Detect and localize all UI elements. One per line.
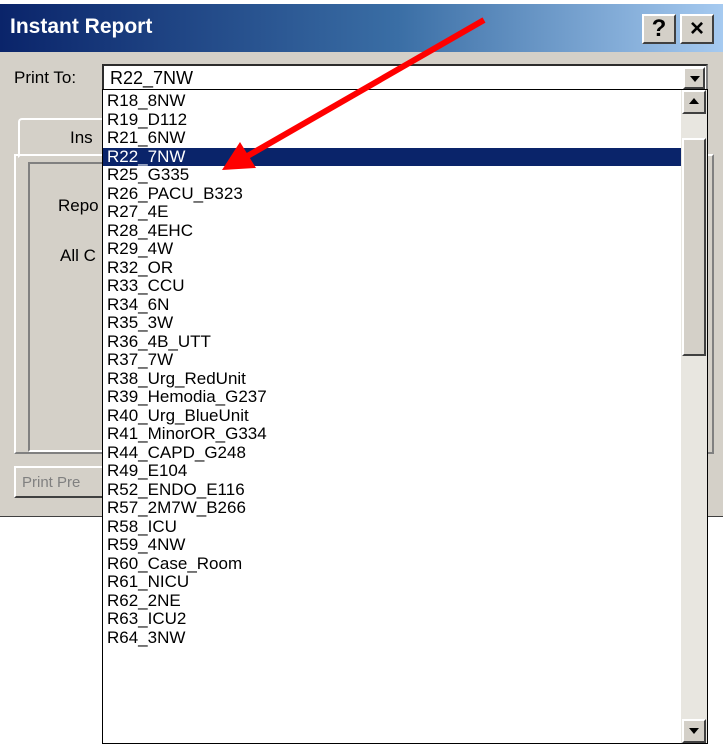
annotation-arrow-icon [222,17,486,170]
arrow-shaft [242,17,486,161]
